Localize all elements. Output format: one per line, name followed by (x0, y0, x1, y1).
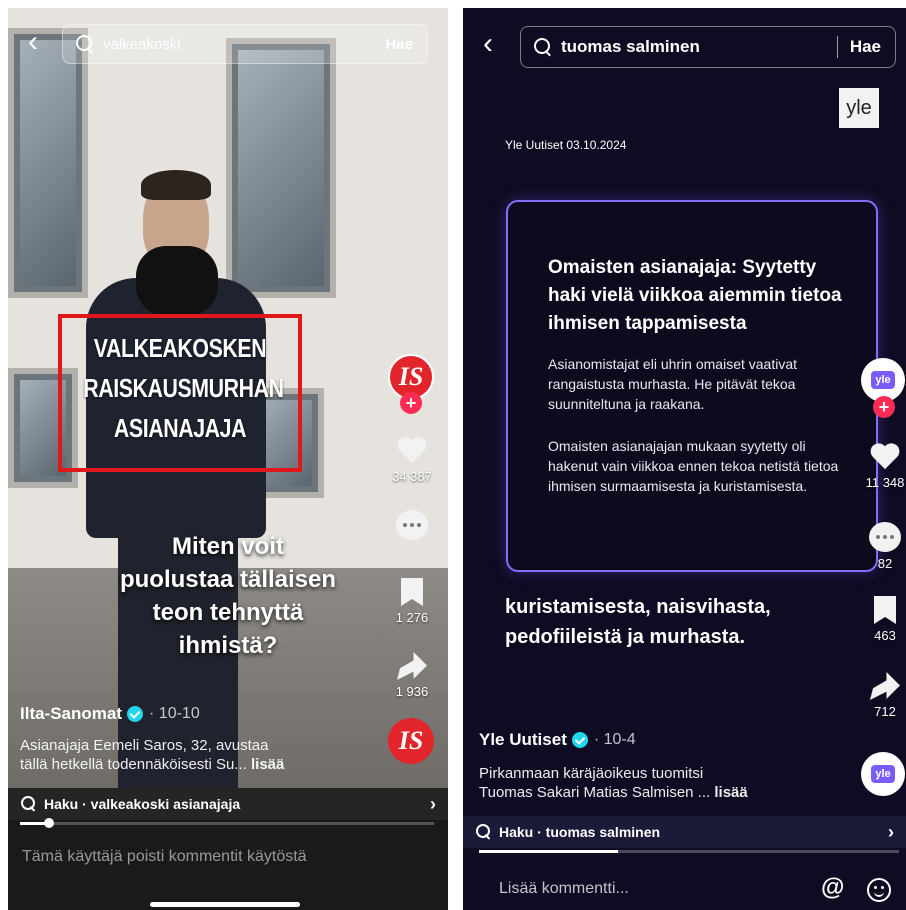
video-caption: Miten voit puolustaa tällaisen teon tehn… (78, 530, 378, 662)
description-line: Tuomas Sakari Matias Salmisen ... (479, 784, 711, 801)
music-avatar[interactable]: IS (388, 718, 434, 764)
news-card: Omaisten asianajaja: Syytetty haki vielä… (506, 200, 878, 572)
person-hair (141, 170, 211, 200)
video-caption: kuristamisesta, naisvihasta, pedofiileis… (505, 592, 865, 652)
comment-count: 82 (877, 556, 893, 571)
caption-line: puolustaa tällaisen (119, 566, 337, 593)
comments-disabled-notice: Tämä käyttäjä poisti kommentit käytöstä (22, 848, 307, 865)
yle-logo: yle (839, 88, 879, 128)
comment-input[interactable]: Lisää kommentti... (499, 880, 799, 898)
search-icon (20, 795, 38, 813)
video-overlay-title: VALKEAKOSKEN RAISKAUSMURHAN ASIANAJAJA (83, 328, 284, 448)
video-description[interactable]: Asianajaja Eemeli Saros, 32, avustaa täl… (20, 736, 380, 774)
caption-line: Miten voit (172, 533, 284, 560)
search-icon (475, 823, 493, 841)
chevron-right-icon: › (430, 793, 436, 814)
comment-button[interactable] (382, 510, 442, 540)
share-icon (397, 652, 427, 680)
building-window (226, 38, 336, 298)
like-count: 11 348 (865, 475, 905, 490)
save-count: 1 276 (395, 610, 429, 625)
share-icon (870, 672, 900, 700)
card-title: Omaisten asianajaja: Syytetty haki vielä… (548, 257, 842, 334)
follow-button[interactable]: + (873, 396, 895, 418)
search-icon (75, 34, 95, 54)
source-date: Yle Uutiset 03.10.2024 (505, 138, 627, 152)
search-submit-button[interactable]: Hae (385, 36, 413, 53)
chevron-right-icon: › (888, 821, 894, 842)
search-divider (836, 36, 838, 58)
more-link[interactable]: lisää (251, 756, 284, 773)
music-avatar[interactable]: yle (861, 752, 905, 796)
search-input[interactable]: tuomas salminen (561, 37, 837, 57)
verified-icon (127, 706, 144, 722)
post-date: · 10-10 (149, 705, 200, 722)
right-video-panel[interactable]: ‹ tuomas salminen Hae yle Yle Uutiset 03… (463, 8, 906, 910)
progress-handle[interactable] (43, 818, 54, 828)
video-description[interactable]: Pirkanmaan käräjäoikeus tuomitsi Tuomas … (479, 764, 839, 802)
verified-icon (571, 732, 588, 748)
like-button[interactable]: 11 348 (855, 444, 906, 490)
post-date: · 10-4 (593, 731, 636, 748)
author-row[interactable]: Yle Uutiset · 10-4 (479, 730, 636, 750)
person-scarf (136, 246, 218, 316)
video-progress[interactable] (479, 850, 899, 853)
description-line: Asianajaja Eemeli Saros, 32, avustaa (20, 737, 269, 754)
caption-line: pedofiileistä ja murhasta. (505, 626, 746, 648)
heart-icon (870, 444, 900, 471)
building-window (8, 28, 88, 298)
overlay-line: ASIANAJAJA (113, 413, 247, 443)
related-search-label: Haku · tuomas salminen (499, 824, 661, 840)
author-row[interactable]: Ilta-Sanomat · 10-10 (20, 704, 200, 724)
overlay-line: RAISKAUSMURHAN (83, 373, 284, 403)
caption-line: ihmistä? (178, 632, 278, 659)
description-line: tällä hetkellä todennäköisesti Su... (20, 756, 247, 773)
related-search-bar[interactable]: Haku · tuomas salminen › (463, 816, 906, 848)
comment-button[interactable]: 82 (855, 522, 906, 571)
mention-icon[interactable]: @ (821, 874, 844, 902)
like-count: 34 387 (392, 469, 432, 484)
author-name[interactable]: Yle Uutiset (479, 730, 567, 750)
related-search-bar[interactable]: Haku · valkeakoski asianajaja › (8, 788, 448, 820)
card-paragraph: Asianomistajat eli uhrin omaiset vaativa… (548, 356, 798, 412)
progress-fill (479, 850, 618, 853)
like-button[interactable]: 34 387 (382, 438, 442, 484)
caption-line: kuristamisesta, naisvihasta, (505, 596, 771, 618)
share-count: 1 936 (395, 684, 429, 699)
description-line: Pirkanmaan käräjäoikeus tuomitsi (479, 765, 704, 782)
author-name[interactable]: Ilta-Sanomat (20, 704, 122, 724)
save-count: 463 (874, 628, 896, 643)
bookmark-icon (874, 596, 896, 624)
video-progress[interactable] (20, 818, 434, 828)
left-video-panel[interactable]: ‹ valkeakoski Hae VALKEAKOSKEN RAISKAUSM… (8, 8, 448, 910)
avatar-label: yle (871, 371, 895, 389)
heart-icon (397, 438, 427, 465)
caption-line: teon tehnyttä (152, 599, 304, 626)
card-paragraph: Omaisten asianajajan mukaan syytetty oli… (548, 438, 839, 494)
share-button[interactable]: 1 936 (382, 652, 442, 699)
comment-icon (396, 510, 428, 540)
home-indicator (150, 902, 300, 907)
save-button[interactable]: 1 276 (382, 578, 442, 625)
back-button[interactable]: ‹ (473, 29, 503, 60)
avatar-label: yle (871, 765, 895, 783)
search-bar[interactable]: tuomas salminen Hae (520, 26, 896, 68)
comment-icon (869, 522, 901, 552)
back-button[interactable]: ‹ (18, 27, 48, 58)
search-icon (533, 37, 553, 57)
more-link[interactable]: lisää (714, 784, 747, 801)
emoji-icon[interactable] (867, 878, 891, 902)
related-search-label: Haku · valkeakoski asianajaja (44, 796, 241, 812)
bookmark-icon (401, 578, 423, 606)
share-count: 712 (874, 704, 896, 719)
follow-button[interactable]: + (400, 392, 422, 414)
search-submit-button[interactable]: Hae (850, 37, 881, 57)
share-button[interactable]: 712 (855, 672, 906, 719)
search-input[interactable]: valkeakoski (103, 36, 385, 53)
save-button[interactable]: 463 (855, 596, 906, 643)
search-bar[interactable]: valkeakoski Hae (62, 24, 428, 64)
overlay-line: VALKEAKOSKEN (93, 333, 267, 363)
